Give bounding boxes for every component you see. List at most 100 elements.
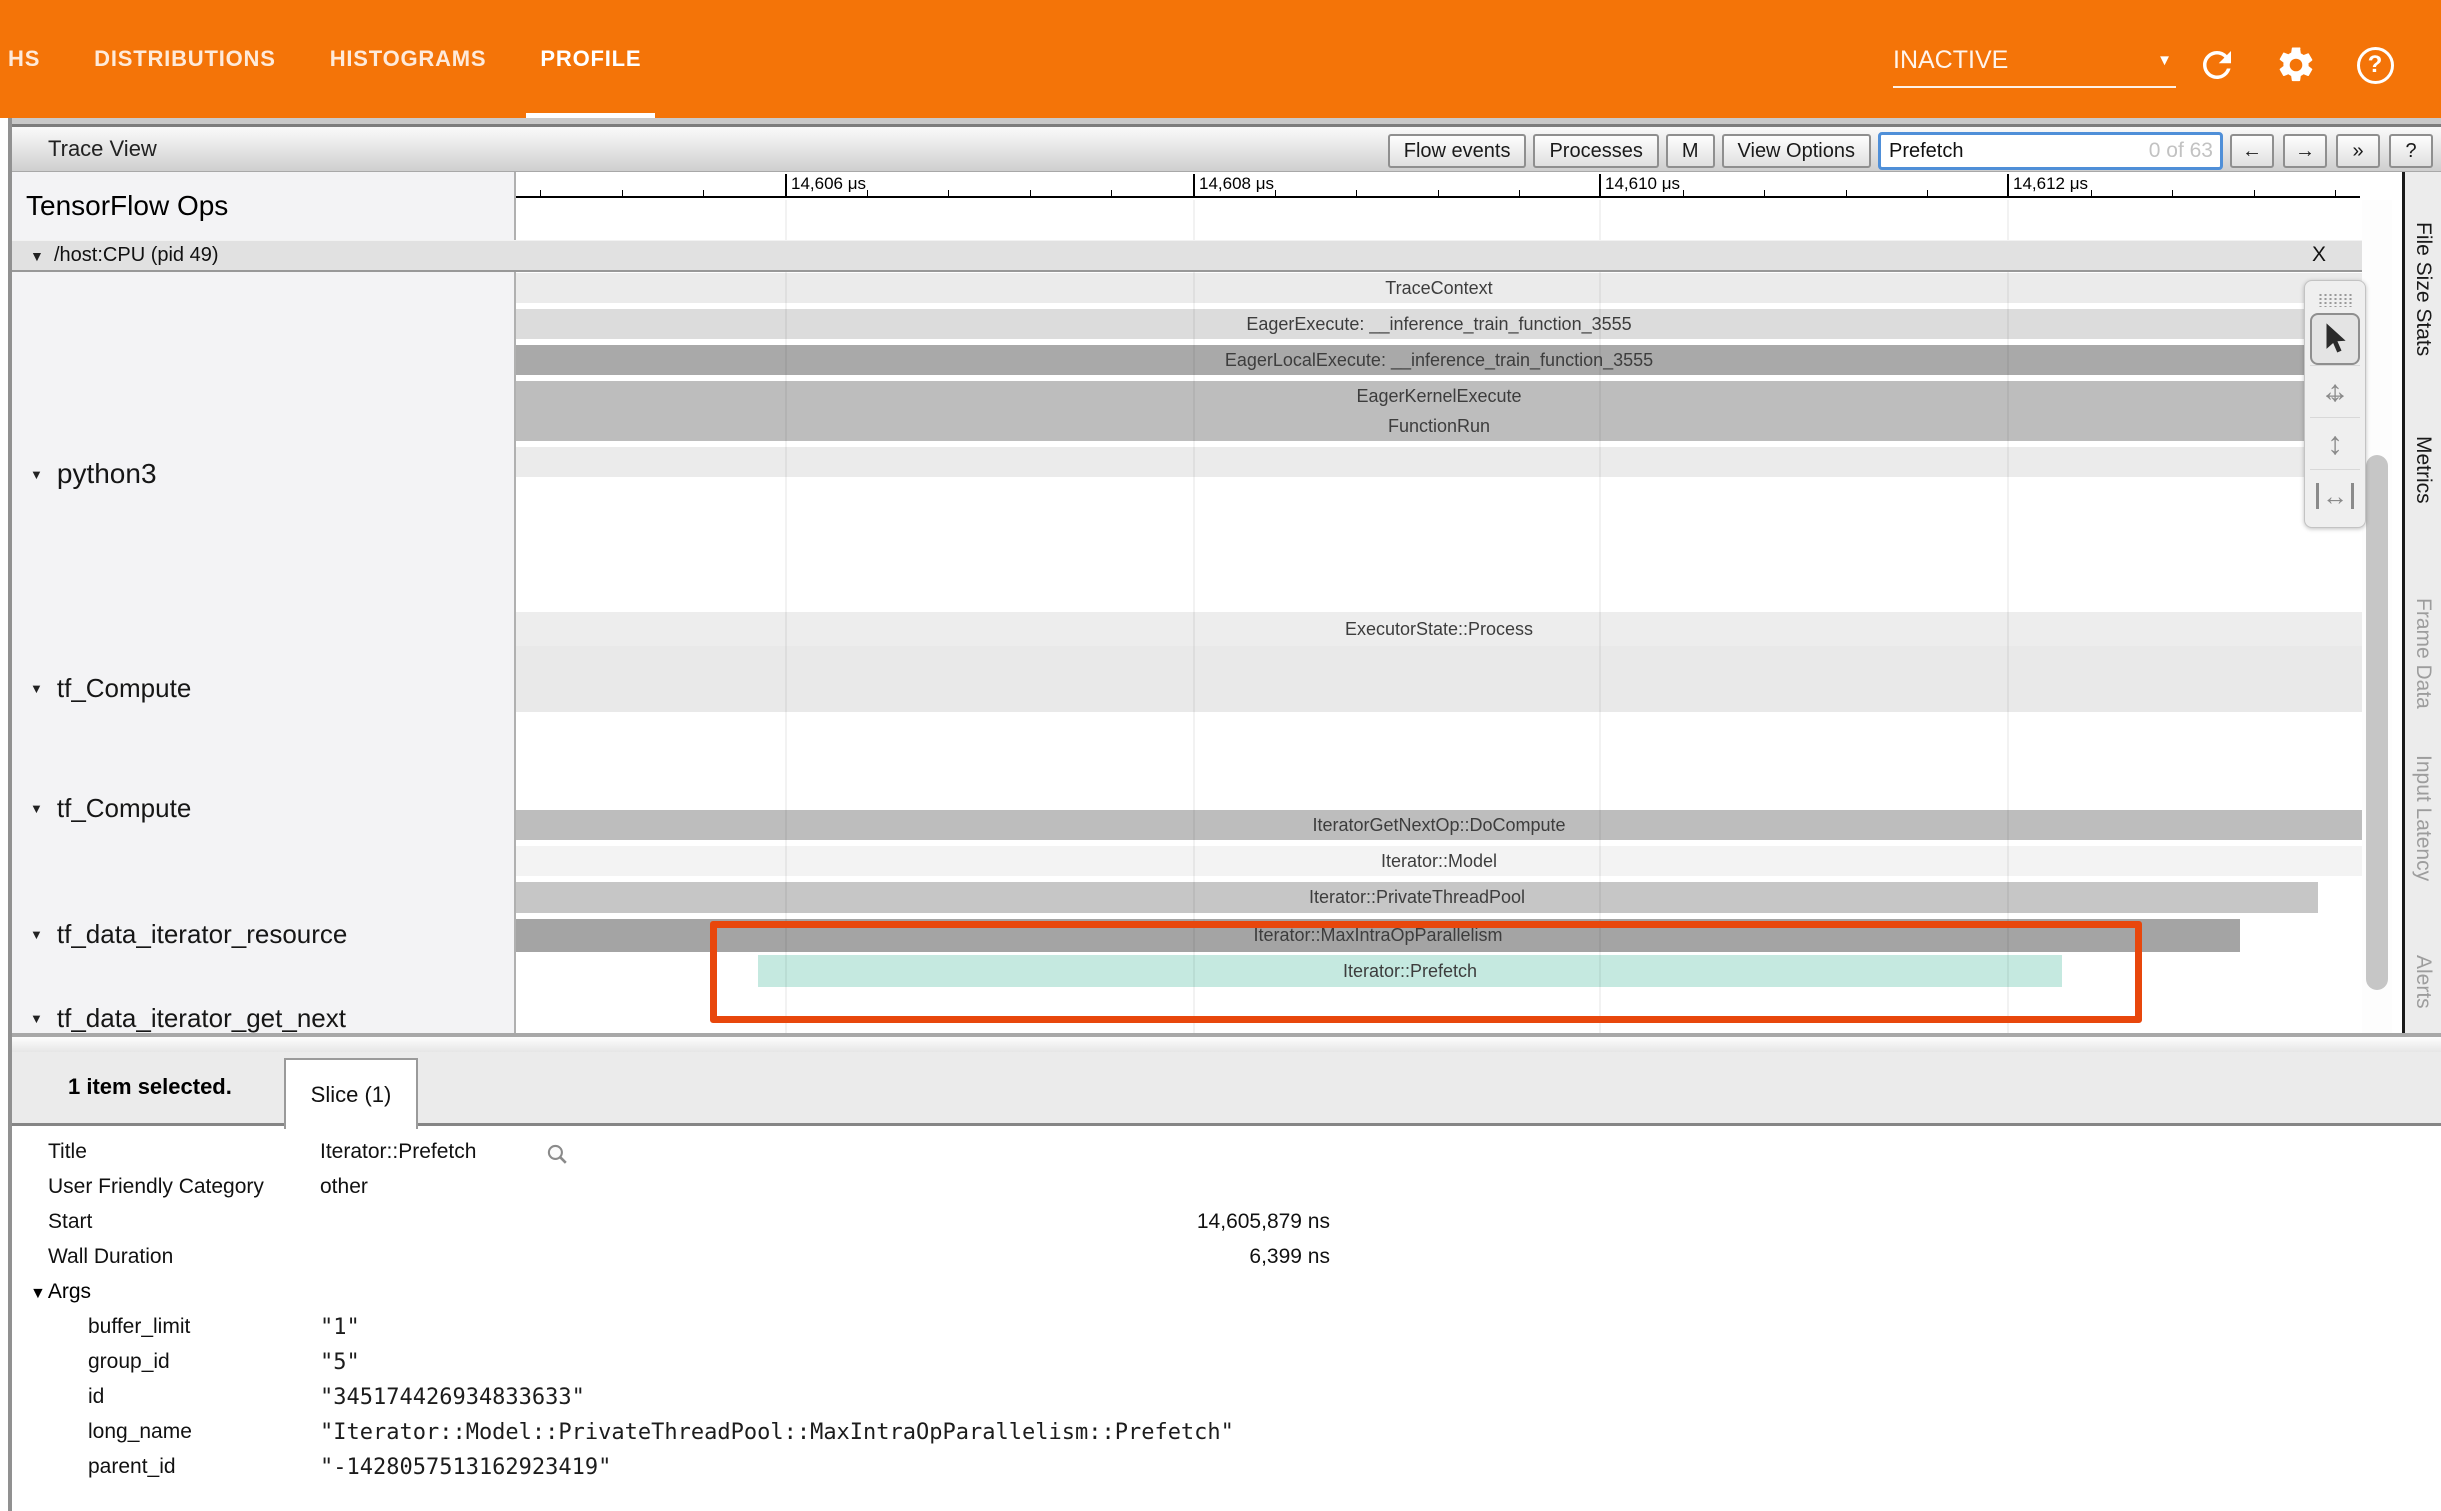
- ruler-minor-tick: [867, 190, 868, 198]
- arg-value: "Iterator::Model::PrivateThreadPool::Max…: [320, 1420, 1330, 1445]
- collapse-triangle-icon[interactable]: ▼: [30, 1011, 43, 1026]
- trace-event-bar[interactable]: EagerLocalExecute: __inference_train_fun…: [516, 345, 2362, 375]
- ruler-minor-tick: [2091, 190, 2092, 198]
- ruler-minor-tick: [622, 190, 623, 198]
- trace-event-bar[interactable]: ExecutorState::Process: [516, 612, 2362, 646]
- search-box: 0 of 63: [1878, 132, 2223, 170]
- arg-row-long_name: long_name"Iterator::Model::PrivateThread…: [12, 1420, 2441, 1454]
- track-label-column: TensorFlow Ops: [12, 172, 516, 1033]
- side-tab-file-size-stats[interactable]: File Size Stats: [2411, 222, 2435, 356]
- track-label-tf_data_iterator_get_next[interactable]: ▼tf_data_iterator_get_next: [12, 1000, 512, 1033]
- trace-event-bar[interactable]: Iterator::Model: [516, 846, 2362, 876]
- prev-match-button[interactable]: ←: [2230, 134, 2274, 168]
- trace-event-bar[interactable]: Iterator::Prefetch: [758, 955, 2062, 987]
- track-label-python3[interactable]: ▼python3: [12, 455, 512, 493]
- gear-icon[interactable]: [2273, 42, 2319, 88]
- collapse-triangle-icon[interactable]: ▼: [30, 681, 43, 696]
- track-label-tf_compute[interactable]: ▼tf_Compute: [12, 670, 512, 706]
- arg-row-buffer_limit: buffer_limit"1": [12, 1315, 2441, 1349]
- detail-table: TitleIterator::PrefetchUser Friendly Cat…: [12, 1129, 2441, 1511]
- side-tab-frame-data[interactable]: Frame Data: [2411, 598, 2435, 709]
- timing-tool[interactable]: ↔: [2310, 469, 2360, 521]
- view-options-button[interactable]: View Options: [1722, 134, 1871, 168]
- process-header[interactable]: ▼ /host:CPU (pid 49) X: [12, 240, 2392, 272]
- help-button[interactable]: ?: [2389, 134, 2433, 168]
- run-selector-value: INACTIVE: [1893, 46, 2008, 75]
- run-selector-underline: [1893, 86, 2176, 88]
- pan-tool[interactable]: ↔↕: [2310, 365, 2360, 417]
- side-tab-alerts[interactable]: Alerts: [2411, 955, 2435, 1009]
- flow-events-button[interactable]: Flow events: [1388, 134, 1527, 168]
- ruler-minor-tick: [2335, 190, 2336, 198]
- detail-tab-bar: 1 item selected. Slice (1): [12, 1052, 2441, 1126]
- collapse-triangle-icon[interactable]: ▼: [30, 467, 43, 482]
- ruler-major-tick: [785, 174, 787, 198]
- trace-event-bar-empty[interactable]: [516, 447, 2362, 477]
- grip-icon: [2318, 293, 2352, 307]
- chevron-down-icon: ▼: [2157, 52, 2172, 69]
- trace-view-title: Trace View: [48, 136, 157, 162]
- detail-row-start: Start14,605,879 ns: [12, 1210, 2441, 1244]
- arg-key: parent_id: [88, 1455, 176, 1479]
- timeline-gridline: [1193, 200, 1195, 1033]
- ruler-minor-tick: [1275, 190, 1276, 198]
- trace-event-bar[interactable]: IteratorGetNextOp::DoCompute: [516, 810, 2362, 840]
- tab-profile[interactable]: PROFILE: [540, 0, 641, 118]
- detail-field-label: Start: [48, 1210, 92, 1234]
- trace-event-label: Iterator::MaxIntraOpParallelism: [516, 919, 2240, 952]
- next-match-button[interactable]: →: [2283, 134, 2327, 168]
- search-input[interactable]: [1878, 132, 2223, 170]
- trace-event-bar[interactable]: FunctionRun: [516, 411, 2362, 441]
- ruler-major-tick: [1599, 174, 1601, 198]
- trace-event-bar-empty[interactable]: [516, 646, 2362, 712]
- trace-event-bar[interactable]: Iterator::MaxIntraOpParallelism: [516, 919, 2240, 952]
- args-toggle[interactable]: ▼Args: [30, 1280, 91, 1304]
- trace-event-label: EagerLocalExecute: __inference_train_fun…: [516, 345, 2362, 375]
- ruler-minor-tick: [2172, 190, 2173, 198]
- arg-value: "345174426934833633": [320, 1385, 1330, 1410]
- ruler-minor-tick: [1438, 190, 1439, 198]
- refresh-icon[interactable]: [2194, 42, 2240, 88]
- trace-event-bar[interactable]: TraceContext: [516, 273, 2362, 303]
- track-label-tf_compute[interactable]: ▼tf_Compute: [12, 790, 512, 826]
- tab-distributions[interactable]: DISTRIBUTIONS: [94, 0, 276, 118]
- timing-icon: ↔: [2316, 483, 2354, 509]
- trace-timeline: TensorFlow Ops ▼ /host:CPU (pid 49) X ↔↕…: [12, 172, 2441, 1033]
- side-tab-metrics[interactable]: Metrics: [2411, 436, 2435, 504]
- cursor-arrow-icon: [2320, 322, 2350, 356]
- args-label: Args: [48, 1280, 91, 1303]
- detail-field-label: Title: [48, 1140, 87, 1164]
- nav-buttons: ← → »?: [2230, 134, 2433, 168]
- trace-event-label: IteratorGetNextOp::DoCompute: [516, 810, 2362, 840]
- ruler-minor-tick: [1764, 190, 1765, 198]
- trace-event-bar[interactable]: EagerKernelExecute: [516, 381, 2362, 411]
- ruler-minor-tick: [1846, 190, 1847, 198]
- select-tool[interactable]: [2310, 313, 2360, 365]
- track-label-tf_data_iterator_resource[interactable]: ▼tf_data_iterator_resource: [12, 916, 512, 952]
- collapse-triangle-icon[interactable]: ▼: [30, 927, 43, 942]
- scrollbar-thumb[interactable]: [2366, 455, 2388, 990]
- magnifier-icon[interactable]: [545, 1142, 571, 1173]
- ruler-tick-label: 14,610 μs: [1605, 174, 1680, 194]
- processes-button[interactable]: Processes: [1533, 134, 1658, 168]
- close-process-button[interactable]: X: [2312, 243, 2326, 267]
- more-button[interactable]: »: [2336, 134, 2380, 168]
- ruler-minor-tick: [1030, 190, 1031, 198]
- grip-tool: [2310, 287, 2360, 313]
- trace-event-bar[interactable]: EagerExecute: __inference_train_function…: [516, 309, 2362, 339]
- trace-event-label: Iterator::Prefetch: [758, 955, 2062, 987]
- tab-histograms[interactable]: HISTOGRAMS: [330, 0, 487, 118]
- side-tab-input-latency[interactable]: Input Latency: [2411, 755, 2435, 881]
- tab-hs[interactable]: HS: [8, 0, 40, 118]
- run-selector[interactable]: INACTIVE ▼: [1893, 38, 2176, 88]
- m-button[interactable]: M: [1666, 134, 1715, 168]
- collapse-triangle-icon[interactable]: ▼: [30, 248, 44, 264]
- detail-row-wall-duration: Wall Duration6,399 ns: [12, 1245, 2441, 1279]
- collapse-triangle-icon[interactable]: ▼: [30, 801, 43, 816]
- tab-slice[interactable]: Slice (1): [284, 1058, 418, 1129]
- zoom-tool[interactable]: ↕: [2310, 417, 2360, 469]
- arg-key: group_id: [88, 1350, 170, 1374]
- timeline-gridline: [1599, 200, 1601, 1033]
- vertical-scrollbar[interactable]: [2362, 200, 2392, 1033]
- help-icon[interactable]: ?: [2352, 42, 2398, 88]
